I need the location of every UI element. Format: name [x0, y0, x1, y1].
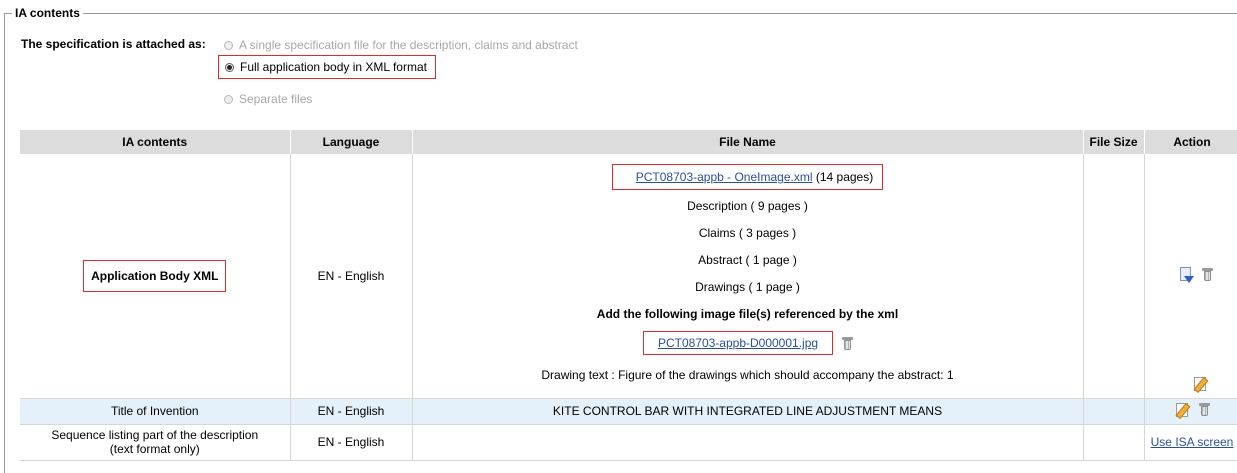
col-header-ia-contents: IA contents	[20, 130, 291, 154]
option-single-file[interactable]: A single specification file for the desc…	[224, 38, 578, 52]
cell-seq-language: EN - English	[290, 424, 413, 461]
cell-seq-action: Use ISA screen	[1144, 424, 1237, 461]
delete-image-trash-icon[interactable]	[842, 336, 854, 350]
image-file-box: PCT08703-appb-D000001.jpg	[642, 331, 834, 356]
xml-file-row: PCT08703-appb - OneImage.xml (14 pages)	[611, 162, 884, 192]
cell-app-action	[1144, 154, 1237, 399]
seq-content-line1: Sequence listing part of the description	[51, 428, 259, 442]
seq-content-line2: (text format only)	[109, 442, 200, 456]
cell-seq-file-size	[1083, 424, 1145, 461]
option-xml-format-label: Full application body in XML format	[240, 60, 427, 74]
title-action-icons	[1175, 402, 1210, 417]
option-separate-files[interactable]: Separate files	[224, 92, 312, 106]
option-separate-files-label: Separate files	[239, 92, 313, 106]
drawing-text-edit-icon[interactable]	[1193, 376, 1206, 391]
cell-title-language: EN - English	[290, 398, 413, 425]
use-isa-screen-link[interactable]: Use ISA screen	[1151, 435, 1234, 449]
section-legend: IA contents	[12, 6, 83, 20]
col-header-file-name: File Name	[412, 130, 1084, 154]
cell-app-file: PCT08703-appb - OneImage.xml (14 pages) …	[412, 154, 1084, 399]
xml-file-pages: (14 pages)	[815, 170, 874, 185]
image-files-heading: Add the following image file(s) referenc…	[596, 306, 899, 321]
spec-attached-label: The specification is attached as:	[21, 37, 206, 51]
drawing-text: Drawing text : Figure of the drawings wh…	[541, 368, 954, 383]
part-drawings: Drawings ( 1 page )	[695, 279, 800, 294]
xml-file-link[interactable]: PCT08703-appb - OneImage.xml	[636, 170, 813, 184]
cell-title-file-size	[1083, 398, 1145, 425]
ia-contents-table: IA contents Language File Name File Size…	[20, 130, 1237, 461]
app-body-label: Application Body XML	[83, 259, 227, 292]
cell-app-language: EN - English	[290, 154, 413, 399]
image-file-row: PCT08703-appb-D000001.jpg	[642, 327, 854, 359]
part-claims: Claims ( 3 pages )	[698, 225, 797, 240]
radio-xml-format[interactable]	[225, 62, 234, 72]
cell-title-content: Title of Invention	[20, 398, 291, 425]
col-header-action: Action	[1144, 130, 1237, 154]
cell-title-file: KITE CONTROL BAR WITH INTEGRATED LINE AD…	[412, 398, 1084, 425]
part-description: Description ( 9 pages )	[687, 198, 808, 213]
trash-icon[interactable]	[1198, 403, 1210, 416]
radio-single-file[interactable]	[224, 40, 233, 50]
col-header-language: Language	[290, 130, 413, 154]
table-header-row: IA contents Language File Name File Size…	[20, 130, 1237, 154]
col-header-file-size: File Size	[1083, 130, 1145, 154]
option-xml-format[interactable]: Full application body in XML format	[218, 55, 436, 79]
xml-file-box: PCT08703-appb - OneImage.xml (14 pages)	[611, 164, 884, 191]
app-action-icons	[1180, 267, 1213, 284]
cell-seq-content: Sequence listing part of the description…	[20, 424, 291, 461]
cell-seq-file	[412, 424, 1084, 461]
image-file-link[interactable]: PCT08703-appb-D000001.jpg	[658, 336, 818, 350]
part-abstract: Abstract ( 1 page )	[698, 252, 797, 267]
cell-title-action	[1144, 398, 1237, 425]
cell-app-content: Application Body XML	[20, 154, 291, 399]
download-icon[interactable]	[1180, 267, 1194, 284]
radio-separate-files[interactable]	[224, 94, 233, 104]
edit-icon[interactable]	[1175, 402, 1188, 417]
table-row-sequence-listing: Sequence listing part of the description…	[20, 424, 1237, 461]
option-single-file-label: A single specification file for the desc…	[239, 38, 578, 52]
cell-app-file-size	[1083, 154, 1145, 399]
table-row-application-body: Application Body XML EN - English PCT087…	[20, 154, 1237, 399]
trash-icon[interactable]	[1202, 267, 1213, 281]
table-row-title: Title of Invention EN - English KITE CON…	[20, 398, 1237, 425]
